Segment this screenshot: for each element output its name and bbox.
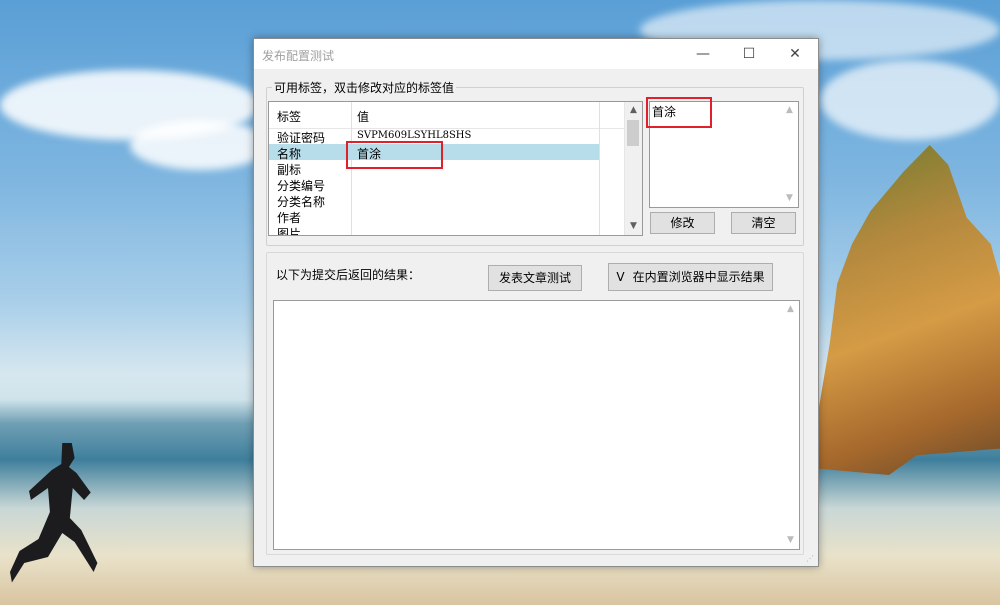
textarea-scrollbar[interactable]: ▲ ▼ xyxy=(781,102,798,207)
runner-silhouette xyxy=(10,443,98,583)
table-row[interactable]: 分类名称 xyxy=(269,192,599,209)
cloud xyxy=(820,60,1000,140)
listview-header: 标签 值 xyxy=(269,102,642,129)
tags-listview[interactable]: 标签 值 验证密码 SVPM609LSYHL8SHS 名称 首涂 副标 分类编号… xyxy=(268,101,643,236)
column-header-tag[interactable]: 标签 xyxy=(277,108,301,125)
listview-scrollbar[interactable]: ▲ ▼ xyxy=(624,102,642,235)
highlight-box xyxy=(646,97,712,128)
scroll-down-icon[interactable]: ▼ xyxy=(782,532,799,549)
close-icon[interactable]: ✕ xyxy=(772,39,818,69)
resize-grip-icon[interactable]: ⋰ xyxy=(806,554,816,564)
cloud xyxy=(130,120,270,170)
publish-test-button[interactable]: 发表文章测试 xyxy=(488,265,582,291)
tag-cell: 图片 xyxy=(277,227,302,236)
highlight-box xyxy=(346,141,443,169)
scroll-up-icon[interactable]: ▲ xyxy=(781,102,798,119)
tags-group-label: 可用标签，双击修改对应的标签值 xyxy=(272,79,457,96)
show-in-browser-label: 在内置浏览器中显示结果 xyxy=(632,270,765,284)
minimize-icon[interactable]: — xyxy=(680,39,726,69)
dialog-window: 发布配置测试 — ☐ ✕ 可用标签，双击修改对应的标签值 标签 值 验证密码 S… xyxy=(253,38,819,567)
scroll-up-icon[interactable]: ▲ xyxy=(625,102,642,119)
column-header-value[interactable]: 值 xyxy=(357,108,369,125)
table-row[interactable]: 作者 xyxy=(269,208,599,225)
value-cell: SVPM609LSYHL8SHS xyxy=(357,130,472,141)
scroll-down-icon[interactable]: ▼ xyxy=(781,190,798,207)
modify-button[interactable]: 修改 xyxy=(650,212,715,234)
results-textarea[interactable]: ▲ ▼ xyxy=(273,300,800,550)
table-row[interactable]: 图片 xyxy=(269,224,599,236)
column-divider[interactable] xyxy=(599,102,600,235)
show-in-browser-toggle[interactable]: V 在内置浏览器中显示结果 xyxy=(608,263,773,291)
scroll-up-icon[interactable]: ▲ xyxy=(782,301,799,318)
sea-rock xyxy=(815,145,1000,475)
check-mark-icon: V xyxy=(616,270,625,284)
maximize-icon[interactable]: ☐ xyxy=(726,39,772,69)
results-label: 以下为提交后返回的结果： xyxy=(276,268,421,282)
clear-button[interactable]: 清空 xyxy=(731,212,796,234)
table-row[interactable]: 分类编号 xyxy=(269,176,599,193)
scrollbar-thumb[interactable] xyxy=(627,120,639,146)
window-title: 发布配置测试 xyxy=(262,49,335,63)
title-bar: 发布配置测试 — ☐ ✕ xyxy=(254,39,818,69)
scroll-down-icon[interactable]: ▼ xyxy=(625,218,642,235)
results-scrollbar[interactable]: ▲ ▼ xyxy=(782,301,799,549)
